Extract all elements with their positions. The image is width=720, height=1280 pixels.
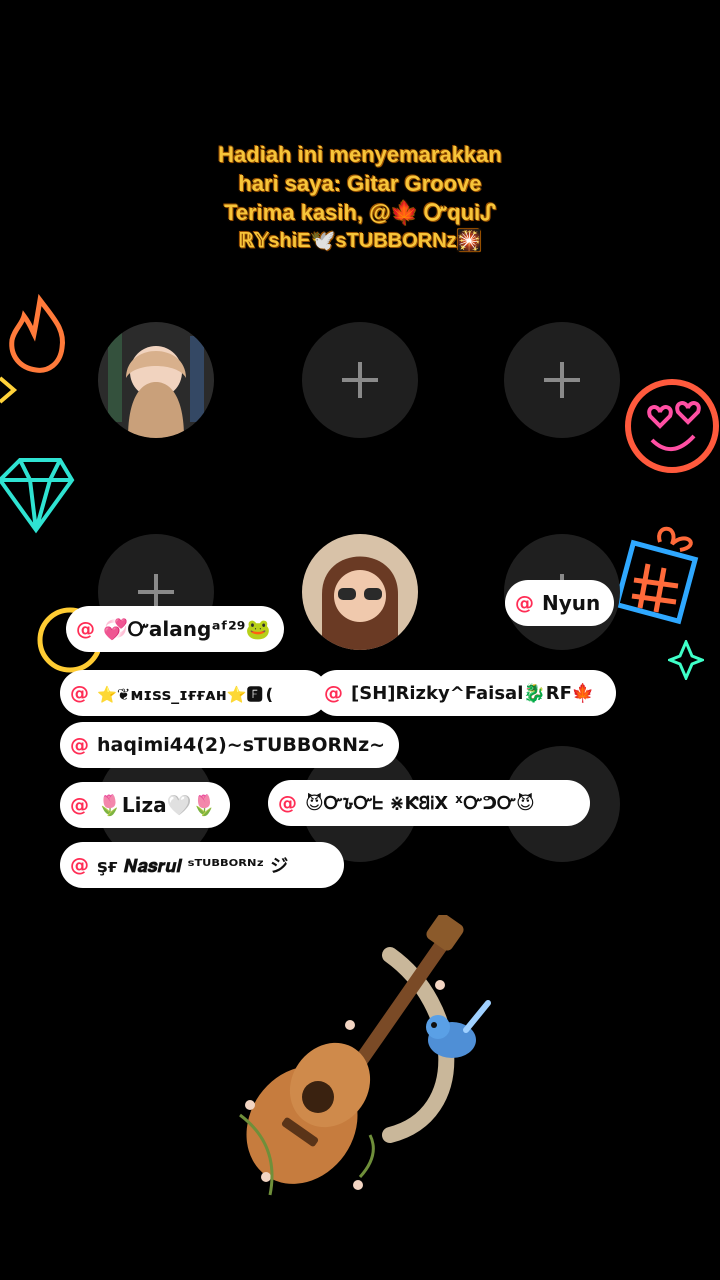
mention-name: haqimi44(2)~sTUBBORNz~ [97,734,386,756]
guitar-gift-image [239,915,491,1196]
add-icon [544,362,580,398]
mention-chip[interactable]: @ ⭐❦ᴍɪss_ɪғғᴀʜ⭐🅵❪ [60,670,328,716]
banner-line-1: Hadiah ini menyemarakkan [218,142,502,167]
banner-line-2: hari saya: Gitar Groove [238,171,482,196]
add-icon [138,574,174,610]
seat-1-avatar[interactable] [98,322,214,438]
neon-gift-icon [613,526,699,625]
neon-heart-eyes-icon [625,379,719,473]
neon-diamond-icon [0,458,75,534]
mention-name: 💞Ꮕalangᵃᶠ²⁹🐸 [103,617,271,641]
neon-star-icon [0,376,18,404]
mention-chip[interactable]: @ 🌷Liza🤍🌷 [60,782,231,828]
add-icon [342,362,378,398]
mention-chip[interactable]: @ 😈Ꮕ𐒊Ꮕᖶ ⋇Ƙ𐐒ᎥⅩ ᕁᏅᕤᏅ😈 [268,780,590,826]
mention-chip[interactable]: @ Nyun [505,580,615,626]
seat-5-avatar[interactable] [302,534,418,650]
gift-thanks-banner: Hadiah ini menyemarakkan hari saya: Gita… [170,140,550,256]
mention-chip[interactable]: @ [SH]Rizky^Faisal🐉RF🍁 [314,670,616,716]
banner-line-3: Terima kasih, @🍁 Ꮕquiᔑ [224,200,496,225]
mention-chip[interactable]: @ şғ 𝑵𝒂𝒔𝒓𝒖𝒍 ˢᵀᵁᴮᴮᴼᴿᴺᶻ ジ [60,842,344,888]
mention-chip[interactable]: @ haqimi44(2)~sTUBBORNz~ [60,722,400,768]
neon-sparkle-icon [668,640,704,680]
mention-name: Nyun [542,591,601,615]
seat-2-empty[interactable] [302,322,418,438]
mention-name: şғ 𝑵𝒂𝒔𝒓𝒖𝒍 ˢᵀᵁᴮᴮᴼᴿᴺᶻ ジ [97,856,289,877]
mention-name: ⭐❦ᴍɪss_ɪғғᴀʜ⭐🅵❪ [97,685,277,704]
mention-name: 😈Ꮕ𐒊Ꮕᖶ ⋇Ƙ𐐒ᎥⅩ ᕁᏅᕤᏅ😈 [305,793,535,814]
mention-chip[interactable]: @ 💞Ꮕalangᵃᶠ²⁹🐸 [66,606,285,652]
neon-fire-icon [9,293,66,373]
mention-name: [SH]Rizky^Faisal🐉RF🍁 [351,682,595,704]
banner-line-4: ℝ𝕐shiE🕊️sTUBBORNz🎇 [238,230,482,252]
mention-name: 🌷Liza🤍🌷 [97,793,217,817]
seat-3-empty[interactable] [504,322,620,438]
